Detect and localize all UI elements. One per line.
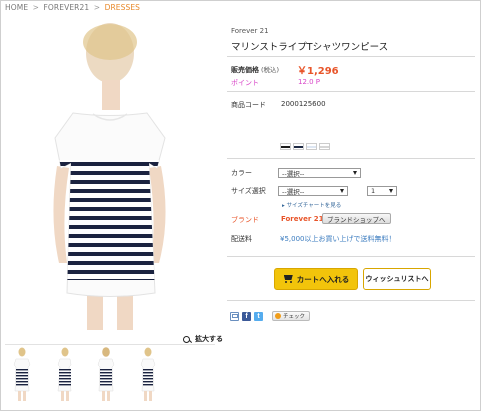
breadcrumb-separator: > (32, 3, 40, 12)
swatch-fill (307, 145, 316, 148)
swatch-fill (281, 145, 290, 148)
zoom-label: 拡大する (195, 335, 223, 343)
chevron-down-icon (340, 189, 344, 193)
color-select-value: --選択-- (282, 170, 305, 178)
wishlist-label: ウィッシュリストへ (365, 275, 429, 283)
dress-model-illustration (53, 23, 166, 330)
product-code-value: 2000125600 (281, 100, 326, 108)
divider (227, 56, 475, 57)
divider (5, 344, 215, 345)
quantity-select[interactable]: 1 (367, 186, 397, 196)
add-to-cart-label: カートへ入れる (296, 274, 350, 284)
point-value: 12.0 P (298, 78, 321, 86)
price-tax-note: (税込) (261, 66, 280, 74)
facebook-icon[interactable]: f (242, 311, 251, 321)
wishlist-button[interactable]: ウィッシュリストへ (363, 268, 431, 290)
breadcrumb-home[interactable]: HOME (5, 3, 28, 12)
quantity-select-value: 1 (371, 187, 376, 195)
twitter-icon[interactable]: t (254, 311, 263, 321)
thumbnail-back[interactable] (94, 347, 118, 403)
thumbnail-side[interactable] (52, 347, 76, 403)
size-label: サイズ選択 (231, 187, 266, 195)
price-value: ￥1,296 (297, 66, 339, 77)
size-select[interactable]: --選択-- (278, 186, 348, 196)
price-label-text: 販売価格 (231, 66, 259, 74)
check-button[interactable]: チェック (272, 311, 311, 321)
add-to-cart-button[interactable]: カートへ入れる (274, 268, 358, 290)
swatch-fill (320, 145, 329, 148)
social-share-bar: f t チェック (230, 311, 311, 321)
brand-label: ブランド (231, 216, 259, 224)
product-code-label: 商品コード (231, 101, 266, 109)
chevron-down-icon (389, 189, 393, 193)
breadcrumb: HOME > FOREVER21 > DRESSES (5, 3, 140, 12)
chevron-down-icon (353, 171, 357, 175)
swatch-fill (294, 145, 303, 148)
thumbnail-image (57, 347, 72, 401)
brand-shop-button[interactable]: ブランドショップへ (322, 213, 391, 224)
price-label: 販売価格 (税込) (231, 64, 279, 75)
size-chart-link[interactable]: ▸ サイズチャートを見る (282, 201, 341, 209)
product-brand: Forever 21 (231, 27, 269, 35)
thumbnail-front[interactable] (10, 347, 34, 403)
divider (227, 158, 475, 159)
divider (227, 300, 475, 301)
divider (227, 256, 475, 257)
color-select[interactable]: --選択-- (278, 168, 361, 178)
breadcrumb-separator: > (93, 3, 101, 12)
cart-icon (283, 275, 293, 283)
thumbnail-image (97, 347, 115, 401)
magnifier-icon (183, 335, 190, 343)
color-swatch[interactable] (280, 143, 291, 150)
thumbnail-image (13, 347, 31, 401)
breadcrumb-current: DRESSES (104, 3, 141, 12)
color-swatch[interactable] (293, 143, 304, 150)
thumbnail-image (140, 347, 156, 401)
divider (227, 91, 475, 92)
brand-value[interactable]: Forever 21 (281, 215, 323, 223)
shipping-label: 配送料 (231, 235, 252, 243)
product-main-image[interactable] (9, 18, 209, 330)
color-swatch[interactable] (306, 143, 317, 150)
mail-icon[interactable] (230, 311, 239, 321)
check-label: チェック (283, 314, 306, 320)
product-title: マリンストライプTシャツワンピース (231, 42, 389, 53)
shipping-value: ¥5,000以上お買い上げで送料無料！ (280, 235, 396, 243)
check-icon (275, 313, 281, 319)
breadcrumb-brand[interactable]: FOREVER21 (44, 3, 90, 12)
size-select-value: --選択-- (282, 188, 305, 196)
point-label: ポイント (231, 79, 259, 87)
color-swatches (280, 143, 330, 150)
color-label: カラー (231, 169, 252, 177)
color-swatch[interactable] (319, 143, 330, 150)
zoom-button[interactable]: 拡大する (183, 334, 223, 344)
thumbnail-strip (10, 347, 160, 403)
thumbnail-detail[interactable] (136, 347, 160, 403)
